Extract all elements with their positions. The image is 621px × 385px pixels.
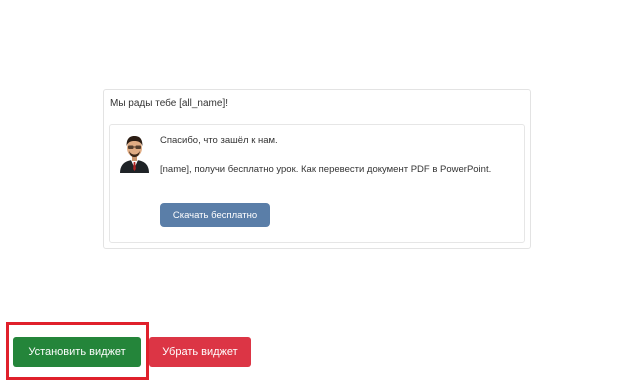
thanks-text: Спасибо, что зашёл к нам. <box>160 135 278 146</box>
install-widget-button[interactable]: Установить виджет <box>13 337 141 367</box>
remove-widget-button[interactable]: Убрать виджет <box>149 337 251 367</box>
offer-text: [name], получи бесплатно урок. Как перев… <box>160 164 492 175</box>
person-avatar-icon <box>120 136 149 173</box>
greeting-text: Мы рады тебе [all_name]! <box>110 98 229 109</box>
message-card: Спасибо, что зашёл к нам. [name], получи… <box>109 124 525 243</box>
download-free-button[interactable]: Скачать бесплатно <box>160 203 270 227</box>
widget-preview-card: Мы рады тебе [all_name]! Спасибо, что за… <box>103 89 531 249</box>
